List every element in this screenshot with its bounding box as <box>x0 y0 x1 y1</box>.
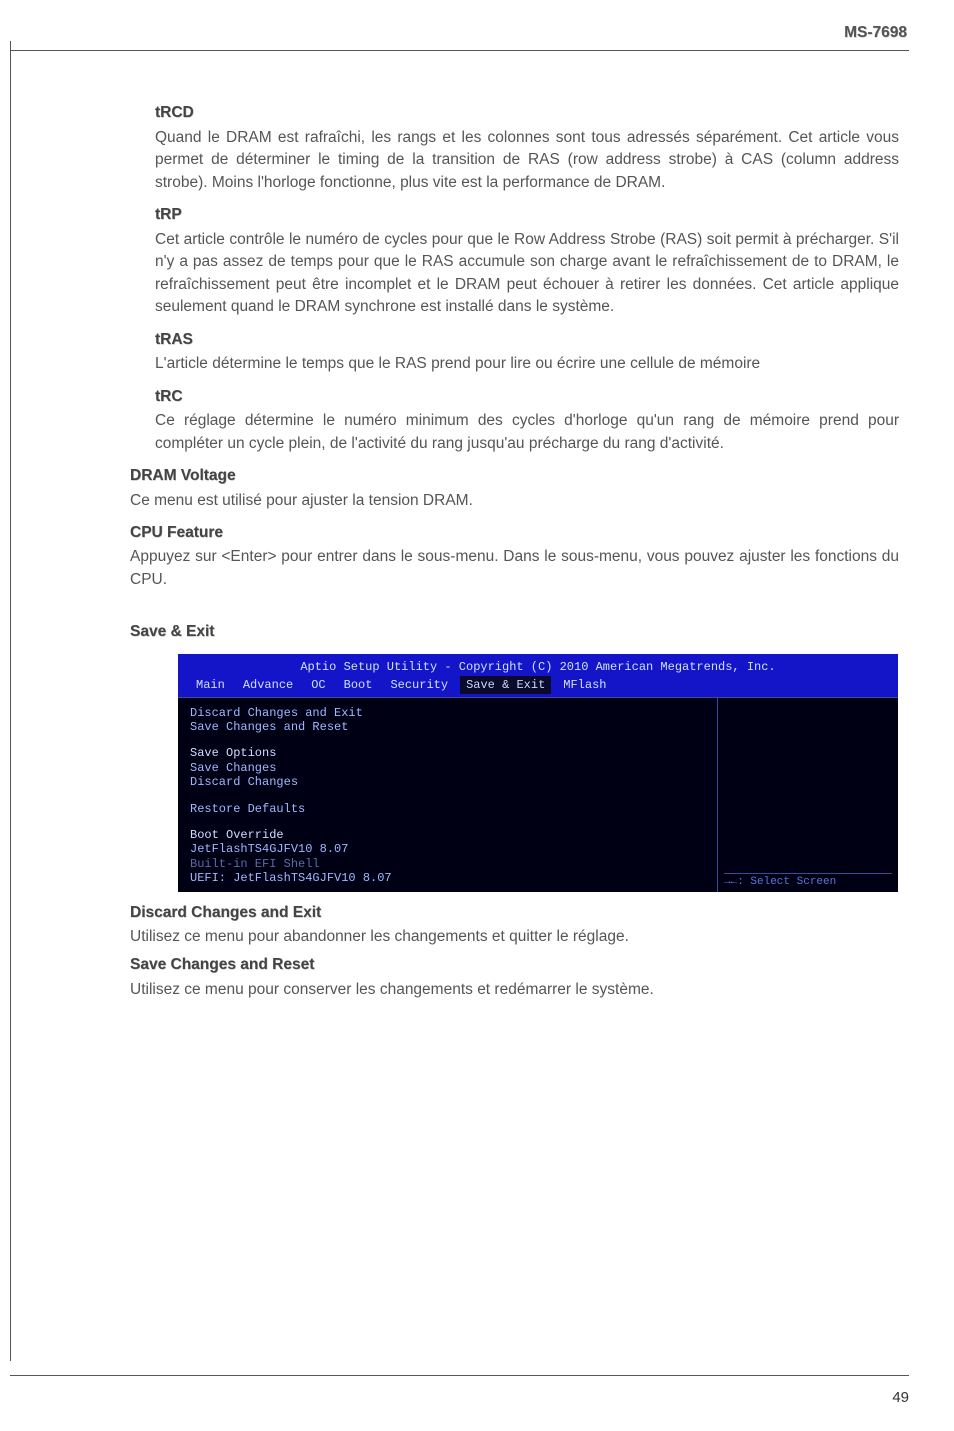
section-save-exit: Save & Exit Aptio Setup Utility - Copyri… <box>130 621 899 891</box>
bios-tab-security: Security <box>384 676 454 694</box>
section-save-reset: Save Changes and Reset Utilisez ce menu … <box>130 954 899 1001</box>
bios-item: Restore Defaults <box>190 802 705 816</box>
content: tRCD Quand le DRAM est rafraîchi, les ra… <box>10 51 909 1001</box>
side-rule <box>10 41 11 1361</box>
bios-title: Aptio Setup Utility - Copyright (C) 2010… <box>178 658 898 678</box>
page: MS-7698 tRCD Quand le DRAM est rafraîchi… <box>0 0 954 1431</box>
bios-tab-mflash: MFlash <box>557 676 612 694</box>
bios-item: Save Changes and Reset <box>190 720 705 734</box>
heading-tras: tRAS <box>155 329 899 351</box>
body-trcd: Quand le DRAM est rafraîchi, les rangs e… <box>155 127 899 194</box>
bios-left-pane: Discard Changes and Exit Save Changes an… <box>178 697 717 892</box>
bios-tab-advance: Advance <box>237 676 299 694</box>
heading-discard-changes: Discard Changes and Exit <box>130 902 899 924</box>
bios-item: Built-in EFI Shell <box>190 857 705 871</box>
bios-item: JetFlashTS4GJFV10 8.07 <box>190 842 705 856</box>
heading-dram-voltage: DRAM Voltage <box>130 465 899 487</box>
section-cpu-feature: CPU Feature Appuyez sur <Enter> pour ent… <box>130 522 899 591</box>
bios-item: Discard Changes <box>190 775 705 789</box>
section-trc: tRC Ce réglage détermine le numéro minim… <box>155 386 899 455</box>
body-trp: Cet article contrôle le numéro de cycles… <box>155 229 899 319</box>
heading-save-reset: Save Changes and Reset <box>130 954 899 976</box>
body-cpu-feature: Appuyez sur <Enter> pour entrer dans le … <box>130 546 899 591</box>
page-number: 49 <box>892 1387 909 1409</box>
bios-tab-save-exit: Save & Exit <box>460 676 551 694</box>
section-tras: tRAS L'article détermine le temps que le… <box>155 329 899 376</box>
bios-item: Save Options <box>190 746 705 760</box>
bios-tab-boot: Boot <box>338 676 379 694</box>
bios-item: Save Changes <box>190 761 705 775</box>
bios-nav-hint: →←: Select Screen <box>724 873 892 889</box>
heading-trc: tRC <box>155 386 899 408</box>
section-dram-voltage: DRAM Voltage Ce menu est utilisé pour aj… <box>130 465 899 512</box>
section-trcd: tRCD Quand le DRAM est rafraîchi, les ra… <box>155 102 899 194</box>
heading-trcd: tRCD <box>155 102 899 124</box>
body-trc: Ce réglage détermine le numéro minimum d… <box>155 410 899 455</box>
heading-save-exit: Save & Exit <box>130 621 899 643</box>
section-trp: tRP Cet article contrôle le numéro de cy… <box>155 204 899 318</box>
bios-header: Aptio Setup Utility - Copyright (C) 2010… <box>178 654 898 697</box>
bios-tab-oc: OC <box>305 676 331 694</box>
bios-item: UEFI: JetFlashTS4GJFV10 8.07 <box>190 871 705 885</box>
bottom-rule <box>10 1375 909 1376</box>
bios-tabs: Main Advance OC Boot Security Save & Exit MFla… <box>178 678 898 696</box>
bios-body: Discard Changes and Exit Save Changes an… <box>178 697 898 892</box>
bios-screenshot: Aptio Setup Utility - Copyright (C) 2010… <box>178 654 898 892</box>
heading-trp: tRP <box>155 204 899 226</box>
header-model: MS-7698 <box>10 22 909 44</box>
bios-item: Discard Changes and Exit <box>190 706 705 720</box>
body-dram-voltage: Ce menu est utilisé pour ajuster la tens… <box>130 490 899 512</box>
section-discard-changes: Discard Changes and Exit Utilisez ce men… <box>130 902 899 949</box>
body-save-reset: Utilisez ce menu pour conserver les chan… <box>130 979 899 1001</box>
bios-item: Boot Override <box>190 828 705 842</box>
bios-right-pane: →←: Select Screen <box>717 697 898 892</box>
body-discard-changes: Utilisez ce menu pour abandonner les cha… <box>130 926 899 948</box>
body-tras: L'article détermine le temps que le RAS … <box>155 353 899 375</box>
bios-tab-main: Main <box>190 676 231 694</box>
heading-cpu-feature: CPU Feature <box>130 522 899 544</box>
